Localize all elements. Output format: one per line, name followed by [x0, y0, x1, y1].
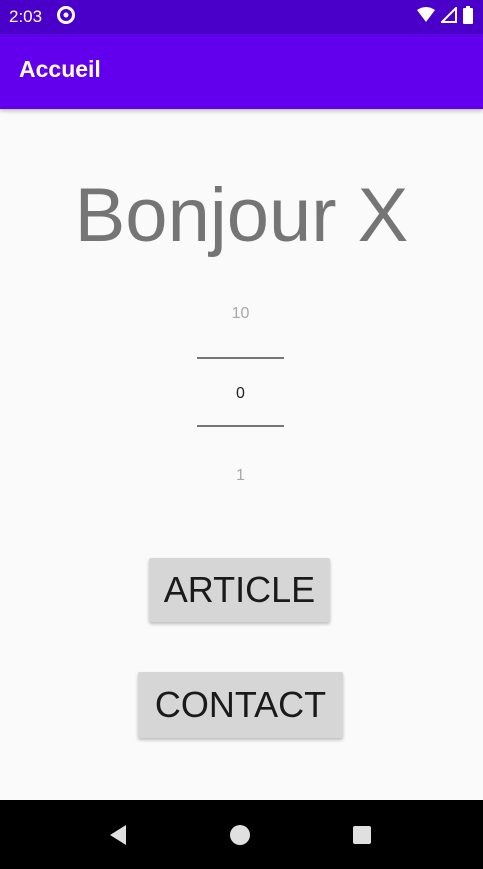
status-icons [417, 5, 473, 29]
article-button[interactable]: ARTICLE [149, 558, 330, 622]
app-bar: Accueil [0, 34, 483, 109]
app-title: Accueil [19, 56, 101, 82]
status-time: 2:03 [9, 7, 43, 26]
picker-divider-top [197, 357, 284, 359]
back-icon[interactable] [103, 820, 133, 850]
recents-icon[interactable] [347, 820, 377, 850]
vpn-circle-icon [56, 5, 76, 30]
battery-icon [463, 5, 473, 29]
home-icon[interactable] [225, 820, 255, 850]
picker-divider-bottom [197, 425, 284, 427]
status-bar: 2:03 [0, 0, 483, 34]
picker-next-value[interactable]: 1 [197, 467, 284, 485]
wifi-icon [417, 6, 435, 28]
navigation-bar [0, 800, 483, 869]
picker-current-value[interactable]: 0 [197, 385, 284, 403]
contact-button[interactable]: CONTACT [138, 672, 343, 738]
signal-icon [439, 5, 457, 28]
picker-previous-value[interactable]: 10 [197, 305, 284, 323]
greeting-text: Bonjour X [74, 173, 409, 258]
number-picker[interactable]: 10 0 1 [197, 295, 284, 495]
